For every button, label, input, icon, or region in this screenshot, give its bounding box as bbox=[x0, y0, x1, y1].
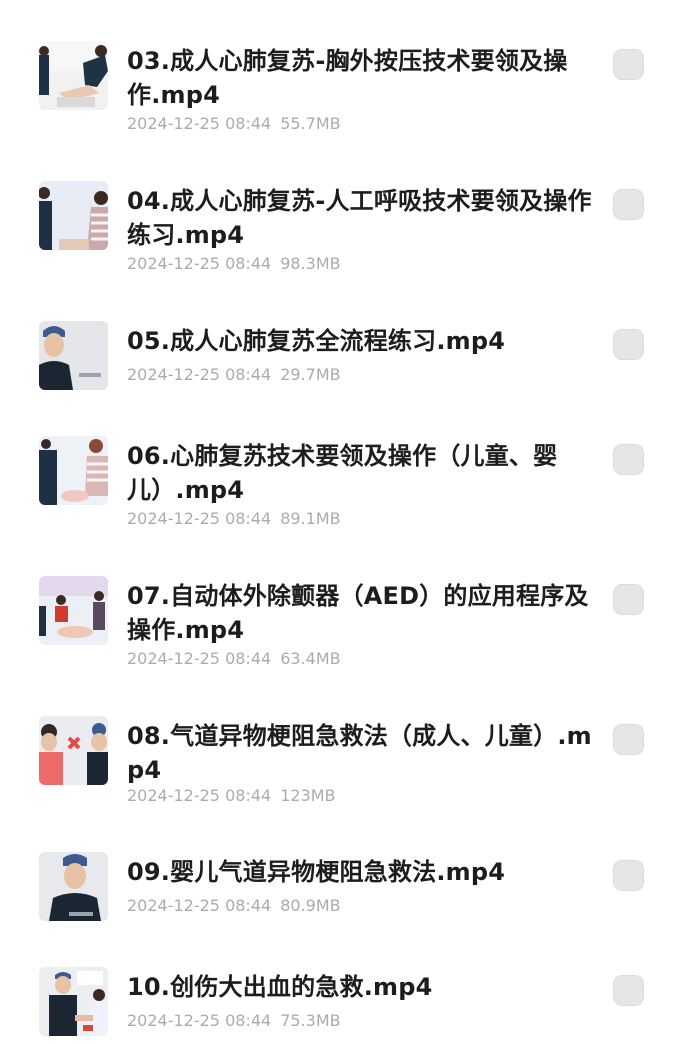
file-date: 2024-12-25 08:44 bbox=[127, 254, 272, 273]
file-size: 98.3MB bbox=[280, 254, 341, 273]
select-checkbox[interactable] bbox=[613, 584, 644, 615]
file-meta: 2024-12-25 08:44 89.1MB bbox=[127, 509, 341, 529]
video-thumbnail-icon bbox=[39, 321, 108, 390]
video-thumbnail-icon bbox=[39, 436, 108, 505]
file-size: 75.3MB bbox=[280, 1011, 341, 1030]
file-row[interactable]: 08.气道异物梗阻急救法（成人、儿童）.mp4 2024-12-25 08:44… bbox=[0, 675, 690, 805]
file-row[interactable]: 07.自动体外除颤器（AED）的应用程序及操作.mp4 2024-12-25 0… bbox=[0, 535, 690, 668]
file-meta: 2024-12-25 08:44 80.9MB bbox=[127, 896, 341, 916]
file-row[interactable]: 04.成人心肺复苏-人工呼吸技术要领及操作练习.mp4 2024-12-25 0… bbox=[0, 140, 690, 273]
video-thumbnail-icon bbox=[39, 576, 108, 645]
file-date: 2024-12-25 08:44 bbox=[127, 114, 272, 133]
select-checkbox[interactable] bbox=[613, 975, 644, 1006]
file-name[interactable]: 08.气道异物梗阻急救法（成人、儿童）.mp4 bbox=[127, 719, 599, 787]
file-date: 2024-12-25 08:44 bbox=[127, 509, 272, 528]
video-thumbnail-icon bbox=[39, 41, 108, 110]
video-thumbnail-icon bbox=[39, 852, 108, 921]
file-date: 2024-12-25 08:44 bbox=[127, 896, 272, 915]
file-name[interactable]: 09.婴儿气道异物梗阻急救法.mp4 bbox=[127, 855, 599, 889]
file-name[interactable]: 04.成人心肺复苏-人工呼吸技术要领及操作练习.mp4 bbox=[127, 184, 599, 252]
file-size: 29.7MB bbox=[280, 365, 341, 384]
file-date: 2024-12-25 08:44 bbox=[127, 1011, 272, 1030]
select-checkbox[interactable] bbox=[613, 49, 644, 80]
video-thumbnail-icon bbox=[39, 967, 108, 1036]
file-meta: 2024-12-25 08:44 63.4MB bbox=[127, 649, 341, 669]
select-checkbox[interactable] bbox=[613, 860, 644, 891]
file-meta: 2024-12-25 08:44 29.7MB bbox=[127, 365, 341, 385]
file-date: 2024-12-25 08:44 bbox=[127, 649, 272, 668]
file-row[interactable]: 10.创伤大出血的急救.mp4 2024-12-25 08:44 75.3MB bbox=[0, 926, 690, 1036]
file-name[interactable]: 05.成人心肺复苏全流程练习.mp4 bbox=[127, 324, 599, 358]
file-date: 2024-12-25 08:44 bbox=[127, 365, 272, 384]
file-date: 2024-12-25 08:44 bbox=[127, 786, 272, 805]
file-row[interactable]: 09.婴儿气道异物梗阻急救法.mp4 2024-12-25 08:44 80.9M… bbox=[0, 811, 690, 921]
file-name[interactable]: 10.创伤大出血的急救.mp4 bbox=[127, 970, 599, 1004]
video-thumbnail-icon bbox=[39, 181, 108, 250]
file-name[interactable]: 07.自动体外除颤器（AED）的应用程序及操作.mp4 bbox=[127, 579, 599, 647]
file-size: 55.7MB bbox=[280, 114, 341, 133]
file-meta: 2024-12-25 08:44 98.3MB bbox=[127, 254, 341, 274]
select-checkbox[interactable] bbox=[613, 724, 644, 755]
file-row[interactable]: 03.成人心肺复苏-胸外按压技术要领及操作.mp4 2024-12-25 08:… bbox=[0, 0, 690, 133]
file-size: 80.9MB bbox=[280, 896, 341, 915]
file-row[interactable]: 05.成人心肺复苏全流程练习.mp4 2024-12-25 08:44 29.7M… bbox=[0, 280, 690, 390]
video-thumbnail-icon bbox=[39, 716, 108, 785]
select-checkbox[interactable] bbox=[613, 444, 644, 475]
file-meta: 2024-12-25 08:44 75.3MB bbox=[127, 1011, 341, 1031]
file-list: 03.成人心肺复苏-胸外按压技术要领及操作.mp4 2024-12-25 08:… bbox=[0, 0, 690, 1044]
file-meta: 2024-12-25 08:44 55.7MB bbox=[127, 114, 341, 134]
file-size: 63.4MB bbox=[280, 649, 341, 668]
file-meta: 2024-12-25 08:44 123MB bbox=[127, 786, 336, 806]
file-name[interactable]: 03.成人心肺复苏-胸外按压技术要领及操作.mp4 bbox=[127, 44, 599, 112]
select-checkbox[interactable] bbox=[613, 189, 644, 220]
file-row[interactable]: 06.心肺复苏技术要领及操作（儿童、婴儿）.mp4 2024-12-25 08:… bbox=[0, 395, 690, 528]
file-size: 89.1MB bbox=[280, 509, 341, 528]
select-checkbox[interactable] bbox=[613, 329, 644, 360]
file-name[interactable]: 06.心肺复苏技术要领及操作（儿童、婴儿）.mp4 bbox=[127, 439, 599, 507]
file-size: 123MB bbox=[280, 786, 336, 805]
